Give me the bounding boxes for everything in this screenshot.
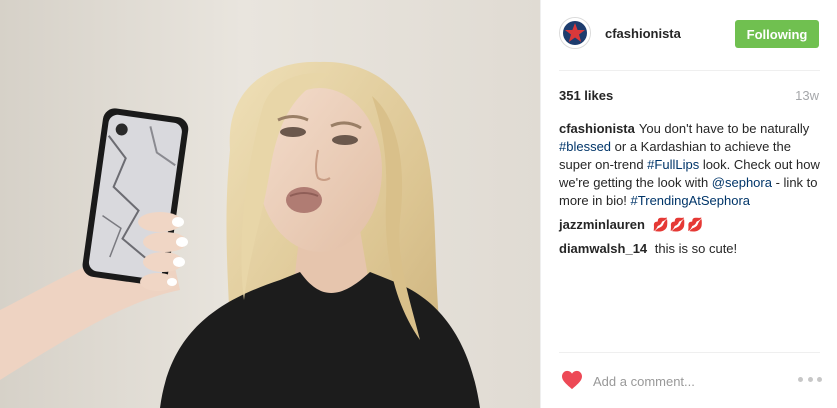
post-photo[interactable] <box>0 0 540 408</box>
hashtag-link[interactable]: #TrendingAtSephora <box>631 193 751 208</box>
comment-item: jazzminlauren 💋💋💋 <box>559 216 821 234</box>
user-avatar[interactable] <box>559 17 591 49</box>
comment-username[interactable]: jazzminlauren <box>559 217 645 232</box>
hashtag-link[interactable]: #FullLips <box>647 157 699 172</box>
add-comment-input[interactable] <box>591 369 795 393</box>
comment-footer <box>541 352 837 408</box>
star-icon <box>560 18 590 48</box>
post-timestamp[interactable]: 13w <box>795 88 819 103</box>
post-header: cfashionista Following <box>541 0 837 70</box>
instagram-post: cfashionista Following 351 likes 13w cfa… <box>0 0 837 408</box>
heart-icon[interactable] <box>561 370 583 390</box>
comment-item: diamwalsh_14 this is so cute! <box>559 240 821 258</box>
header-divider <box>559 70 820 71</box>
comments-list: cfashionista You don't have to be natural… <box>559 120 821 264</box>
more-options-icon[interactable] <box>798 377 822 383</box>
hashtag-link[interactable]: #blessed <box>559 139 611 154</box>
selfie-photo-illustration <box>0 0 540 408</box>
caption-username[interactable]: cfashionista <box>559 121 635 136</box>
caption-text: You don't have to be naturally <box>638 121 810 136</box>
dot <box>817 377 822 382</box>
header-username[interactable]: cfashionista <box>605 26 681 41</box>
dot <box>807 377 813 382</box>
dot <box>798 377 803 382</box>
likes-count[interactable]: 351 likes <box>559 88 613 103</box>
lips-emoji-text: 💋💋💋 <box>652 217 705 232</box>
post-side-panel: cfashionista Following 351 likes 13w cfa… <box>540 0 837 408</box>
comment-text: this is so cute! <box>654 241 738 256</box>
mention-link[interactable]: @sephora <box>712 175 772 190</box>
comment-username[interactable]: diamwalsh_14 <box>559 241 647 256</box>
following-button[interactable]: Following <box>735 20 819 48</box>
caption: cfashionista You don't have to be natural… <box>559 120 821 210</box>
